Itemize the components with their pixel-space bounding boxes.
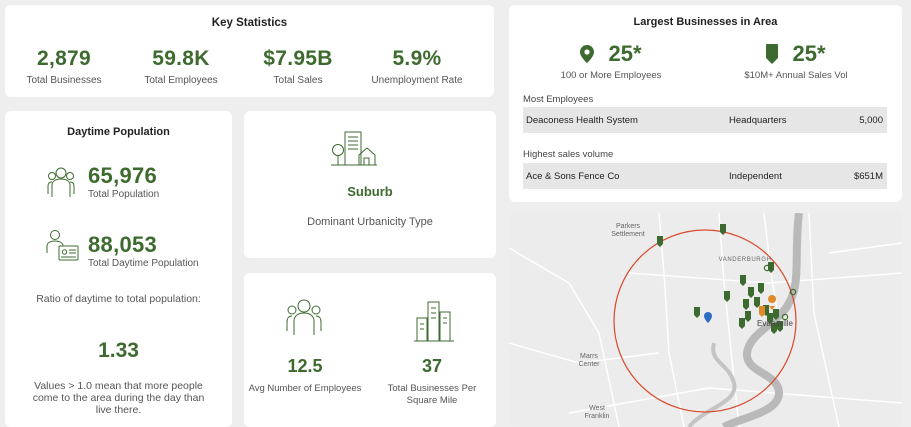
selected-location-pin bbox=[704, 312, 712, 323]
unemployment-rate-label: Unemployment Rate bbox=[371, 75, 463, 86]
map-label-evansville: Evansville bbox=[756, 319, 793, 328]
ratio-label: Ratio of daytime to total population: bbox=[36, 293, 201, 305]
roads bbox=[509, 213, 902, 427]
avg-employees-value: 12.5 bbox=[287, 356, 323, 376]
unemployment-rate-value: 5.9% bbox=[392, 47, 442, 70]
highest-sales-row[interactable]: Ace & Sons Fence Co Independent $651M bbox=[523, 163, 887, 189]
unemployment-rate-stat: 5.9% Unemployment Rate bbox=[357, 47, 477, 86]
total-employees-value: 59.8K bbox=[152, 47, 210, 70]
map-label-marrs: Marrs Center bbox=[578, 353, 600, 368]
people-icon bbox=[47, 167, 75, 197]
map-pin-icon bbox=[580, 45, 595, 63]
daytime-population-value: 88,053 bbox=[88, 232, 158, 257]
business-density-label: Total Businesses Per Square Mile bbox=[387, 383, 477, 406]
map-canvas[interactable] bbox=[509, 213, 902, 427]
total-population-label: Total Population bbox=[88, 189, 160, 200]
key-statistics-card: Key Statistics 2,879 Total Businesses 59… bbox=[5, 5, 494, 97]
high-sales-label: $10M+ Annual Sales Vol bbox=[744, 70, 848, 81]
daytime-population-block: 88,053 Total Daytime Population bbox=[88, 232, 199, 269]
marker-icon bbox=[766, 44, 779, 64]
largest-businesses-title: Largest Businesses in Area bbox=[633, 16, 778, 28]
daytime-population-title: Daytime Population bbox=[67, 126, 170, 138]
total-businesses-stat: 2,879 Total Businesses bbox=[5, 47, 124, 86]
suburb-icon bbox=[331, 131, 377, 166]
city-buildings-icon bbox=[414, 301, 454, 342]
total-sales-stat: $7.95B Total Sales bbox=[238, 47, 358, 86]
most-employees-label: Most Employees bbox=[523, 94, 594, 105]
map-label-west-franklin: West Franklin bbox=[584, 405, 610, 420]
large-employers-stat: 25* 100 or More Employees bbox=[521, 41, 701, 81]
daytime-population-card: Daytime Population 65,976 Total Populati… bbox=[5, 111, 232, 427]
highest-sales-type: Independent bbox=[729, 171, 782, 182]
urbanicity-label: Dominant Urbanicity Type bbox=[307, 216, 433, 228]
total-employees-stat: 59.8K Total Employees bbox=[121, 47, 241, 86]
employees-group-icon bbox=[286, 299, 322, 335]
total-businesses-label: Total Businesses bbox=[26, 75, 102, 86]
avg-employees-block: 12.5 Avg Number of Employees bbox=[245, 356, 365, 395]
total-businesses-value: 2,879 bbox=[36, 47, 92, 70]
most-employees-name: Deaconess Health System bbox=[526, 115, 638, 126]
most-employees-value: 5,000 bbox=[859, 115, 883, 126]
most-employees-row[interactable]: Deaconess Health System Headquarters 5,0… bbox=[523, 107, 887, 133]
urbanicity-card: Suburb Dominant Urbanicity Type bbox=[244, 111, 496, 258]
map-label-parkers: Parkers Settlement bbox=[611, 223, 645, 238]
high-sales-value: 25* bbox=[792, 41, 826, 66]
daytime-population-label: Total Daytime Population bbox=[88, 258, 199, 269]
total-employees-label: Total Employees bbox=[144, 75, 218, 86]
total-sales-label: Total Sales bbox=[273, 75, 323, 86]
key-statistics-title: Key Statistics bbox=[211, 17, 288, 29]
business-map[interactable]: Parkers Settlement VANDERBURGH Evansvill… bbox=[509, 213, 902, 427]
ratio-value: 1.33 bbox=[98, 339, 139, 362]
most-employees-type: Headquarters bbox=[729, 115, 787, 126]
total-population-block: 65,976 Total Population bbox=[88, 163, 159, 200]
large-employers-value: 25* bbox=[608, 41, 642, 66]
business-density-block: 37 Total Businesses Per Square Mile bbox=[372, 356, 492, 407]
highest-sales-label: Highest sales volume bbox=[523, 149, 614, 160]
employees-card: 12.5 Avg Number of Employees 37 Total Bu… bbox=[244, 273, 496, 427]
large-employers-label: 100 or More Employees bbox=[560, 70, 662, 81]
total-sales-value: $7.95B bbox=[263, 47, 333, 70]
avg-employees-label: Avg Number of Employees bbox=[248, 383, 362, 394]
highest-sales-value: $651M bbox=[853, 171, 883, 182]
business-density-value: 37 bbox=[421, 356, 443, 376]
highest-sales-name: Ace & Sons Fence Co bbox=[526, 171, 620, 182]
id-badge-people-icon bbox=[46, 230, 79, 261]
urbanicity-type: Suburb bbox=[347, 184, 393, 199]
river-branch bbox=[687, 342, 737, 427]
total-population-value: 65,976 bbox=[88, 163, 158, 188]
high-sales-stat: 25* $10M+ Annual Sales Vol bbox=[706, 41, 886, 81]
ratio-note: Values > 1.0 mean that more people come … bbox=[32, 380, 205, 416]
largest-businesses-card: Largest Businesses in Area 25* 100 or Mo… bbox=[509, 5, 902, 202]
map-label-vanderburgh: VANDERBURGH bbox=[718, 257, 772, 263]
